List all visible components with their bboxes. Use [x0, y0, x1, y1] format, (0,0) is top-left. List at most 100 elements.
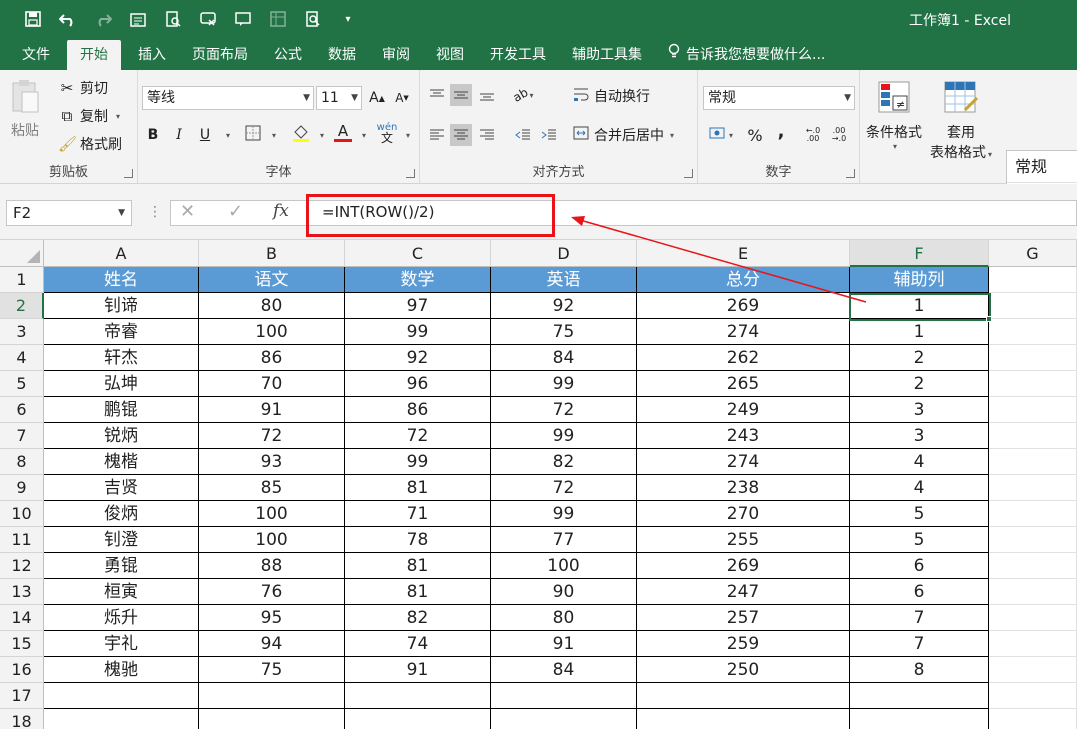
table-cell[interactable]: 4 [850, 449, 989, 475]
table-cell[interactable]: 4 [850, 475, 989, 501]
table-cell[interactable]: 2 [850, 345, 989, 371]
table-cell[interactable]: 锐炳 [44, 423, 199, 449]
row-header-6[interactable]: 6 [0, 397, 44, 423]
empty-cell[interactable] [491, 709, 637, 729]
table-cell[interactable]: 259 [637, 631, 850, 657]
table-cell[interactable]: 91 [345, 657, 491, 683]
table-cell[interactable]: 6 [850, 579, 989, 605]
empty-cell[interactable] [989, 501, 1077, 527]
table-cell[interactable]: 91 [491, 631, 637, 657]
phonetic-dropdown[interactable]: ▾ [396, 124, 418, 146]
table-cell[interactable]: 81 [345, 553, 491, 579]
empty-cell[interactable] [989, 267, 1077, 293]
table-cell[interactable]: 269 [637, 293, 850, 319]
align-top-button[interactable] [426, 84, 448, 106]
row-header-18[interactable]: 18 [0, 709, 44, 729]
merge-center-button[interactable]: 合并后居中 ▾ [572, 125, 674, 145]
tab-data[interactable]: 数据 [315, 40, 369, 70]
align-right-button[interactable] [476, 124, 498, 146]
tab-file[interactable]: 文件 [0, 40, 63, 70]
table-cell[interactable]: 5 [850, 501, 989, 527]
table-cell[interactable]: 72 [491, 397, 637, 423]
row-header-4[interactable]: 4 [0, 345, 44, 371]
empty-cell[interactable] [989, 631, 1077, 657]
table-cell[interactable]: 99 [491, 371, 637, 397]
table-cell[interactable]: 84 [491, 345, 637, 371]
fill-color-dropdown[interactable]: ▾ [310, 124, 332, 146]
empty-cell[interactable] [989, 397, 1077, 423]
empty-cell[interactable] [989, 657, 1077, 683]
table-cell[interactable]: 270 [637, 501, 850, 527]
table-cell[interactable]: 91 [199, 397, 345, 423]
font-color-button[interactable]: A [332, 122, 354, 144]
table-cell[interactable]: 82 [345, 605, 491, 631]
table-header-cell[interactable]: 总分 [637, 267, 850, 293]
row-header-15[interactable]: 15 [0, 631, 44, 657]
empty-cell[interactable] [491, 683, 637, 709]
table-cell[interactable]: 84 [491, 657, 637, 683]
fill-handle[interactable] [986, 316, 992, 322]
empty-cell[interactable] [989, 553, 1077, 579]
row-header-9[interactable]: 9 [0, 475, 44, 501]
table-cell[interactable]: 262 [637, 345, 850, 371]
table-cell[interactable]: 82 [491, 449, 637, 475]
table-cell[interactable]: 255 [637, 527, 850, 553]
table-cell[interactable]: 71 [345, 501, 491, 527]
table-cell[interactable]: 烁升 [44, 605, 199, 631]
row-header-8[interactable]: 8 [0, 449, 44, 475]
table-cell[interactable]: 93 [199, 449, 345, 475]
empty-cell[interactable] [989, 345, 1077, 371]
bold-button[interactable]: B [142, 124, 164, 146]
find-icon[interactable] [302, 8, 324, 30]
row-header-3[interactable]: 3 [0, 319, 44, 345]
table-cell[interactable]: 槐楷 [44, 449, 199, 475]
table-cell[interactable]: 249 [637, 397, 850, 423]
table-cell[interactable]: 70 [199, 371, 345, 397]
cancel-icon[interactable]: ✕ [180, 201, 195, 222]
empty-cell[interactable] [44, 709, 199, 729]
table-cell[interactable]: 274 [637, 449, 850, 475]
empty-cell[interactable] [345, 709, 491, 729]
column-header-d[interactable]: D [491, 240, 637, 267]
table-cell[interactable]: 81 [345, 579, 491, 605]
empty-cell[interactable] [44, 683, 199, 709]
table-cell[interactable]: 3 [850, 397, 989, 423]
column-header-a[interactable]: A [44, 240, 199, 267]
table-cell[interactable]: 75 [199, 657, 345, 683]
row-header-11[interactable]: 11 [0, 527, 44, 553]
border-dropdown[interactable]: ▾ [262, 124, 284, 146]
border-button[interactable] [242, 124, 264, 146]
table-cell[interactable]: 77 [491, 527, 637, 553]
comma-button[interactable]: , [770, 120, 792, 142]
table-cell[interactable]: 槐驰 [44, 657, 199, 683]
empty-cell[interactable] [199, 683, 345, 709]
table-cell[interactable]: 轩杰 [44, 345, 199, 371]
align-middle-button[interactable] [450, 84, 472, 106]
empty-cell[interactable] [850, 709, 989, 729]
table-cell[interactable]: 97 [345, 293, 491, 319]
table-header-cell[interactable]: 数学 [345, 267, 491, 293]
table-cell[interactable]: 99 [345, 319, 491, 345]
select-all-button[interactable] [0, 240, 44, 267]
font-name-select[interactable]: 等线 ▼ [142, 86, 314, 110]
row-header-10[interactable]: 10 [0, 501, 44, 527]
table-cell[interactable]: 俊炳 [44, 501, 199, 527]
empty-cell[interactable] [989, 709, 1077, 729]
table-cell[interactable]: 247 [637, 579, 850, 605]
table-cell[interactable]: 94 [199, 631, 345, 657]
table-cell[interactable]: 7 [850, 605, 989, 631]
orientation-button[interactable]: ab ▾ [510, 84, 534, 106]
table-cell[interactable]: 99 [491, 501, 637, 527]
form-icon[interactable] [127, 8, 149, 30]
increase-decimal-button[interactable]: ←.0.00 [802, 124, 824, 146]
empty-cell[interactable] [637, 709, 850, 729]
print-preview-icon[interactable] [162, 8, 184, 30]
empty-cell[interactable] [989, 371, 1077, 397]
table-cell[interactable]: 243 [637, 423, 850, 449]
empty-cell[interactable] [850, 683, 989, 709]
paste-button[interactable]: 粘贴 [10, 78, 40, 140]
table-header-cell[interactable]: 语文 [199, 267, 345, 293]
table-header-cell[interactable]: 姓名 [44, 267, 199, 293]
row-header-1[interactable]: 1 [0, 267, 44, 293]
enter-icon[interactable]: ✓ [228, 201, 243, 222]
